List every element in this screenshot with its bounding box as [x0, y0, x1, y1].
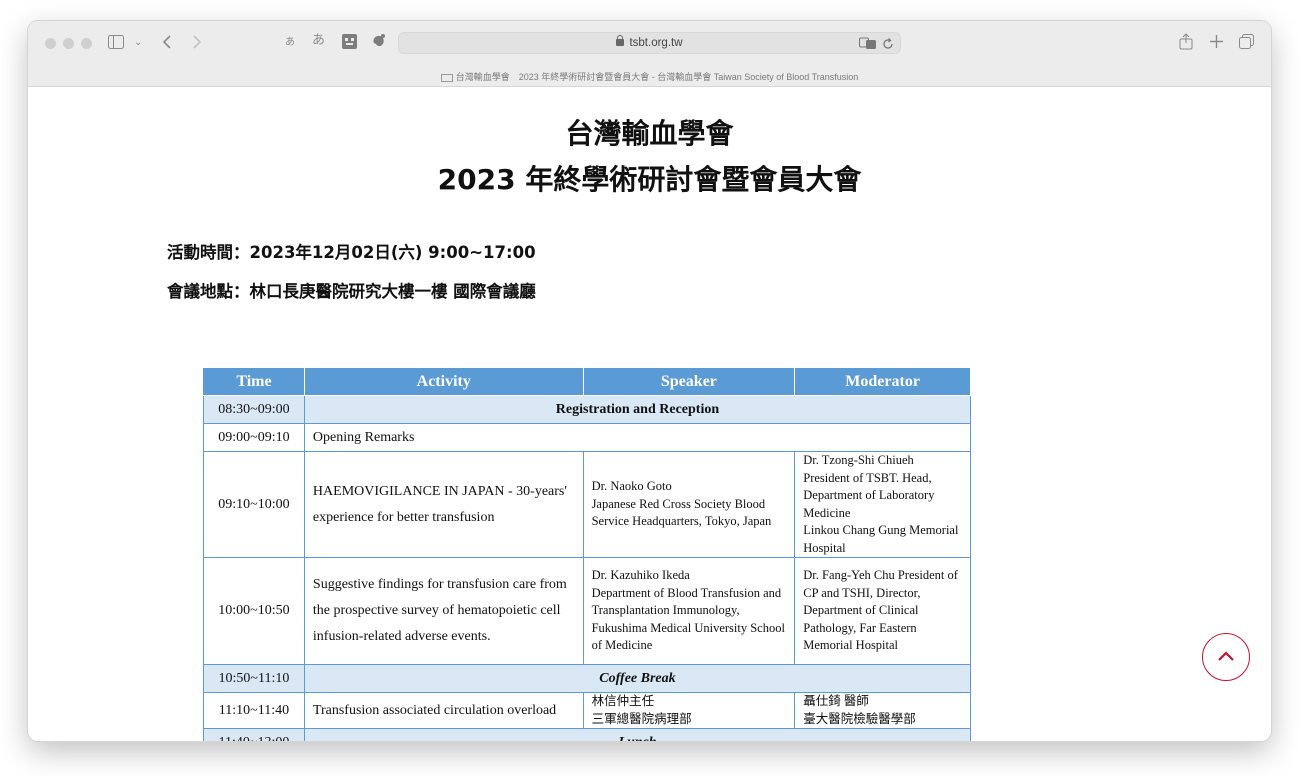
row-time: 10:00~10:50 — [203, 557, 305, 665]
moderator-affiliation: 臺大醫院檢驗醫學部 — [803, 711, 916, 726]
row-moderator: 聶仕錡 醫師 臺大醫院檢驗醫學部 — [794, 692, 971, 729]
moderator-title: President of TSBT. Head, Department of L… — [803, 470, 935, 520]
row-time: 11:10~11:40 — [203, 692, 305, 729]
new-tab-icon[interactable] — [1210, 35, 1223, 48]
table-row: 10:00~10:50 Suggestive findings for tran… — [203, 557, 971, 665]
row-activity: Suggestive findings for transfusion care… — [303, 557, 584, 665]
page-title-event: 2023 年終學術研討會暨會員大會 — [437, 163, 862, 196]
row-speaker: 林信仲主任 三軍總醫院病理部 — [582, 692, 796, 729]
back-to-top-button[interactable] — [1202, 633, 1250, 681]
translate-small-button[interactable]: あ — [285, 35, 295, 51]
row-activity: Opening Remarks — [303, 423, 972, 452]
browser-toolbar: ⌄ あ あ tsbt.org.tw 台灣輸血學會 2023 年終學術研討會暨會員… — [28, 21, 1271, 87]
moderator-name: 聶仕錡 醫師 — [803, 694, 869, 708]
back-icon[interactable] — [162, 35, 172, 49]
minimize-window-button[interactable] — [63, 38, 74, 49]
row-speaker: Dr. Naoko Goto Japanese Red Cross Societ… — [582, 451, 796, 558]
table-row: 11:40~13:00 Lunch — [203, 728, 972, 741]
header-activity: Activity — [303, 367, 584, 396]
table-row: 09:10~10:00 HAEMOVIGILANCE IN JAPAN - 30… — [203, 451, 971, 558]
forward-icon[interactable] — [192, 35, 202, 49]
speaker-affiliation: Department of Blood Transfusion and Tran… — [591, 585, 785, 653]
header-moderator: Moderator — [794, 367, 971, 396]
moderator-info: Dr. Fang-Yeh Chu President of CP and TSH… — [803, 568, 958, 653]
row-moderator: Dr. Tzong-Shi Chiueh President of TSBT. … — [794, 451, 971, 558]
zoom-window-button[interactable] — [81, 38, 92, 49]
tab-title[interactable]: 台灣輸血學會 2023 年終學術研討會暨會員大會 - 台灣輸血學會 Taiwan… — [28, 70, 1271, 83]
schedule-table: Time Activity Speaker Moderator 08:30~09… — [203, 367, 972, 741]
event-venue: 會議地點：林口長庚醫院研究大樓一樓 國際會議廳 — [167, 282, 536, 301]
row-session: Coffee Break — [303, 664, 972, 693]
speaker-affiliation: 三軍總醫院病理部 — [591, 711, 692, 726]
row-time: 09:00~09:10 — [203, 423, 305, 452]
window-controls — [45, 38, 92, 49]
row-moderator: Dr. Fang-Yeh Chu President of CP and TSH… — [794, 557, 971, 665]
page-title-org: 台灣輸血學會 — [565, 117, 734, 150]
header-speaker: Speaker — [582, 367, 796, 396]
row-time: 11:40~13:00 — [203, 728, 305, 741]
event-time: 活動時間：2023年12月02日(六) 9:00~17:00 — [167, 243, 536, 262]
page-content: 台灣輸血學會 2023 年終學術研討會暨會員大會 活動時間：2023年12月02… — [28, 88, 1271, 741]
tab-overview-icon[interactable] — [1239, 34, 1254, 49]
translate-icon[interactable] — [858, 37, 877, 50]
lock-icon — [616, 35, 625, 46]
row-activity: Transfusion associated circulation overl… — [303, 692, 584, 729]
table-row: 08:30~09:00 Registration and Reception — [203, 395, 972, 424]
close-window-button[interactable] — [45, 38, 56, 49]
table-row: 10:50~11:10 Coffee Break — [203, 664, 972, 693]
speaker-name: Dr. Kazuhiko Ikeda — [591, 568, 690, 583]
speaker-affiliation: Japanese Red Cross Society Blood Service… — [591, 496, 772, 529]
translate-large-button[interactable]: あ — [312, 33, 325, 49]
speaker-name: Dr. Naoko Goto — [591, 479, 672, 494]
browser-window: ⌄ あ あ tsbt.org.tw 台灣輸血學會 2023 年終學術研討會暨會員… — [28, 21, 1271, 741]
header-time: Time — [203, 367, 305, 396]
extension-icon[interactable] — [342, 34, 357, 49]
table-row: 09:00~09:10 Opening Remarks — [203, 423, 972, 452]
chevron-down-icon[interactable]: ⌄ — [134, 35, 142, 51]
share-icon[interactable] — [1179, 33, 1193, 50]
privacy-extension-icon[interactable] — [371, 33, 387, 49]
table-row: 11:10~11:40 Transfusion associated circu… — [203, 692, 971, 729]
row-session: Registration and Reception — [303, 395, 972, 424]
row-time: 10:50~11:10 — [203, 664, 305, 693]
row-session: Lunch — [303, 728, 972, 741]
speaker-name: 林信仲主任 — [591, 694, 655, 708]
sidebar-icon[interactable] — [108, 35, 124, 49]
address-bar[interactable]: tsbt.org.tw — [398, 32, 901, 54]
moderator-name: Dr. Tzong-Shi Chiueh — [803, 453, 914, 467]
reload-icon[interactable] — [882, 37, 894, 50]
chevron-up-icon — [1218, 651, 1234, 661]
url-text: tsbt.org.tw — [629, 37, 683, 49]
row-activity: HAEMOVIGILANCE IN JAPAN - 30-years' expe… — [303, 451, 584, 558]
row-time: 09:10~10:00 — [203, 451, 305, 558]
row-time: 08:30~09:00 — [203, 395, 305, 424]
row-speaker: Dr. Kazuhiko Ikeda Department of Blood T… — [582, 557, 796, 665]
moderator-affiliation: Linkou Chang Gung Memorial Hospital — [803, 523, 959, 555]
schedule-header-row: Time Activity Speaker Moderator — [203, 367, 971, 396]
favicon-icon — [440, 73, 453, 82]
